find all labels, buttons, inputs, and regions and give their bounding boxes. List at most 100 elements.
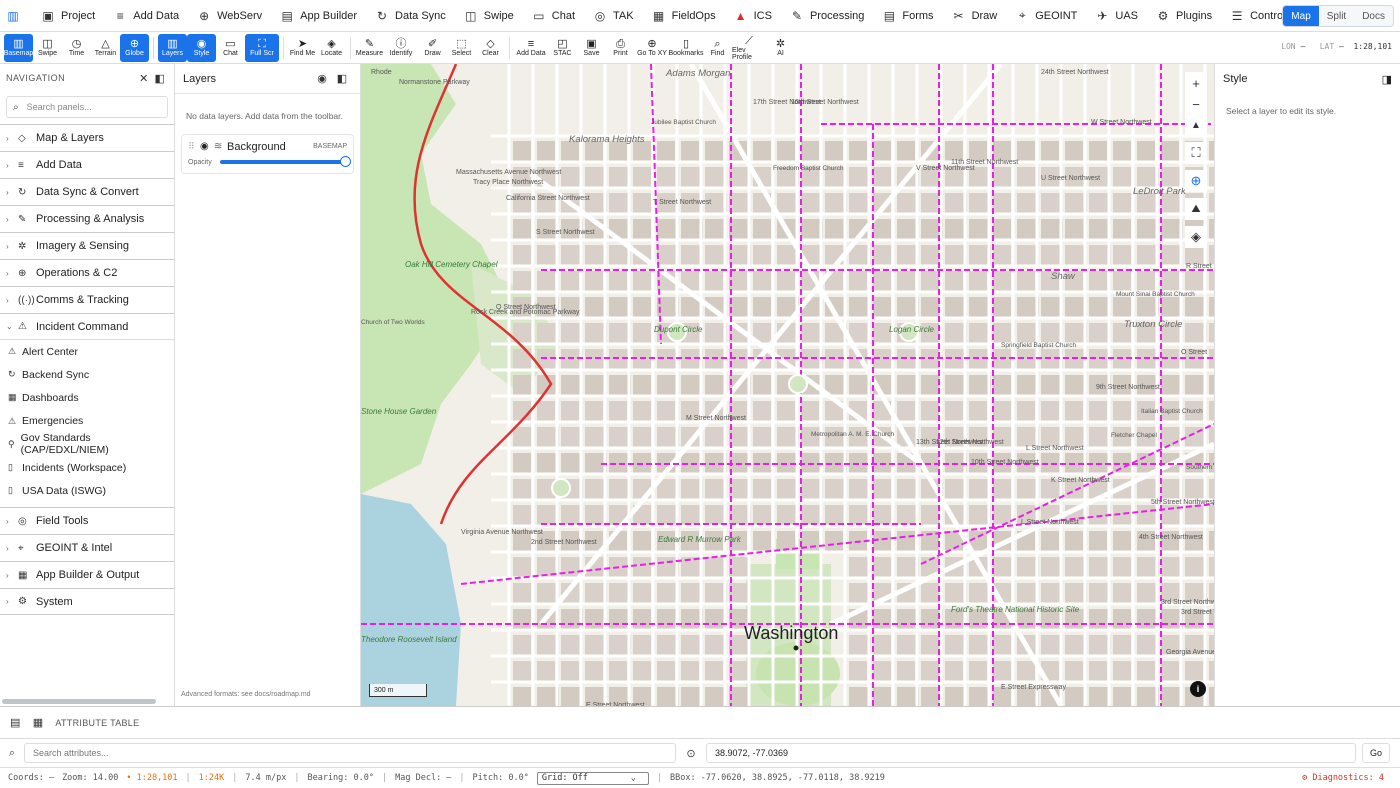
attribution-info-icon[interactable]: i (1190, 681, 1206, 697)
building-block (801, 401, 819, 421)
layers-stack-icon[interactable]: ◈ (1185, 226, 1207, 248)
zoom-out-button[interactable]: − (1185, 93, 1207, 115)
view-split-button[interactable]: Split (1318, 6, 1355, 26)
eye-icon[interactable]: ◉ (312, 72, 332, 85)
opacity-slider[interactable] (219, 156, 351, 167)
nav-section-processing-analysis[interactable]: › ✎ Processing & Analysis (0, 205, 174, 232)
nav-section-operations-c2[interactable]: › ⊕ Operations & C2 (0, 259, 174, 286)
zoom-in-button[interactable]: + (1185, 72, 1207, 94)
tool-basemap-button[interactable]: ▥ Basemap (4, 33, 33, 62)
nav-section-system[interactable]: › ⚙ System (0, 588, 174, 616)
nav-item-emergencies[interactable]: ⚠ Emergencies (0, 410, 174, 433)
tool-clear-button[interactable]: ◇ Clear (476, 34, 505, 62)
tool-chat-button[interactable]: ▭ Chat (216, 34, 245, 62)
diagnostics-button[interactable]: ⚙ Diagnostics: 4 (1302, 773, 1384, 783)
fullscreen-icon[interactable]: ⛶ (1185, 142, 1207, 164)
nav-item-gov-standards-cap-edxl-niem-[interactable]: ⚲ Gov Standards (CAP/EDXL/NIEM) (0, 432, 174, 456)
nav-item-dashboards[interactable]: ▦ Dashboards (0, 386, 174, 409)
tool-select-button[interactable]: ⬚ Select (447, 34, 476, 62)
tool-style-button[interactable]: ◉ Style (187, 33, 216, 62)
menu-item-geoint[interactable]: ⌖ GEOINT (1006, 0, 1086, 32)
tool-identify-button[interactable]: ⓘ Identify (384, 34, 418, 62)
nav-section-geoint-intel[interactable]: › ⌖ GEOINT & Intel (0, 534, 174, 561)
tool-find-me-button[interactable]: ➤ Find Me (288, 34, 317, 62)
collapse-panel-icon[interactable]: ◨ (1382, 73, 1392, 86)
tool-draw-button[interactable]: ✐ Draw (418, 34, 447, 62)
drag-handle-icon[interactable]: ⠿ (188, 141, 200, 152)
nav-section-app-builder-output[interactable]: › ▦ App Builder & Output (0, 561, 174, 588)
grid-select[interactable]: Grid: Off ⌄ (536, 771, 649, 785)
menu-item-data-sync[interactable]: ↻ Data Sync (366, 0, 455, 32)
tool-locate-button[interactable]: ◈ Locate (317, 34, 346, 62)
nav-item-incidents-workspace-[interactable]: ▯ Incidents (Workspace) (0, 456, 174, 479)
nav-section-field-tools[interactable]: › ◎ Field Tools (0, 507, 174, 534)
opacity-slider-knob[interactable] (340, 156, 351, 167)
nav-section-comms-tracking[interactable]: › ((·)) Comms & Tracking (0, 286, 174, 313)
nav-section-add-data[interactable]: › ≡ Add Data (0, 151, 174, 178)
tool-elev-profile-button[interactable]: ⟋ Elev Profile (732, 34, 766, 62)
nav-section-imagery-sensing[interactable]: › ✲ Imagery & Sensing (0, 232, 174, 259)
compass-north-button[interactable]: ▲ (1185, 114, 1207, 136)
tool-find-button[interactable]: ⌕ Find (703, 34, 732, 62)
nav-section-data-sync-convert[interactable]: › ↻ Data Sync & Convert (0, 178, 174, 205)
menu-item-app-builder[interactable]: ▤ App Builder (271, 0, 366, 32)
nav-item-alert-center[interactable]: ⚠ Alert Center (0, 340, 174, 363)
nav-section-map-layers[interactable]: › ◇ Map & Layers (0, 124, 174, 151)
globe-icon[interactable]: ⊕ (1185, 170, 1207, 192)
nav-section-incident-command[interactable]: ⌄ ⚠ Incident Command (0, 313, 174, 340)
tool-full-scr-button[interactable]: ⛶ Full Scr (245, 33, 279, 62)
menu-item-uas[interactable]: ✈ UAS (1086, 0, 1147, 32)
collapse-panel-icon[interactable]: ◧ (332, 72, 352, 85)
menu-item-processing[interactable]: ✎ Processing (781, 0, 873, 32)
menu-item-webserv[interactable]: ⊕ WebServ (188, 0, 271, 32)
tool-swipe-button[interactable]: ◫ Swipe (33, 34, 62, 62)
menu-item-add-data[interactable]: ≡ Add Data (104, 0, 188, 32)
collapse-panel-icon[interactable]: ◧ (152, 72, 168, 85)
nav-item-backend-sync[interactable]: ↻ Backend Sync (0, 363, 174, 386)
building-block (1161, 427, 1182, 447)
tool-globe-button[interactable]: ⊕ Globe (120, 33, 149, 62)
building-block (1089, 427, 1108, 447)
tool-stac-button[interactable]: ◰ STAC (548, 34, 577, 62)
tool-measure-button[interactable]: ✎ Measure (355, 34, 384, 62)
building-block (561, 323, 580, 343)
menu-item-plugins[interactable]: ⚙ Plugins (1147, 0, 1221, 32)
terrain-icon[interactable]: ⛰ (1185, 198, 1207, 220)
menu-item-tak[interactable]: ◎ TAK (584, 0, 643, 32)
tool-go-to-xy-button[interactable]: ⊕ Go To XY (635, 34, 669, 62)
menu-item-forms[interactable]: ▤ Forms (873, 0, 942, 32)
map-label: V Street Northwest (916, 165, 975, 172)
view-map-button[interactable]: Map (1283, 6, 1319, 26)
tool-print-button[interactable]: ⎙ Print (606, 34, 635, 62)
nav-item-usa-data-iswg-[interactable]: ▯ USA Data (ISWG) (0, 479, 174, 502)
panel-toggle-icon[interactable]: ▤ (10, 716, 21, 729)
building-block (609, 193, 629, 213)
map-canvas[interactable]: Adams Morgan Normanstone Parkway Kalorama … (361, 64, 1214, 706)
menu-item-swipe[interactable]: ◫ Swipe (455, 0, 523, 32)
menu-item-chat[interactable]: ▭ Chat (523, 0, 584, 32)
app-logo-icon[interactable]: ▥ (0, 0, 32, 32)
tool-bookmarks-button[interactable]: ▯ Bookmarks (669, 34, 704, 62)
close-icon[interactable]: ✕ (136, 72, 152, 85)
menu-item-project[interactable]: ▣ Project (32, 0, 104, 32)
building-block (801, 193, 820, 213)
panel-search-input[interactable]: ⌕ Search panels... (6, 96, 168, 118)
visibility-eye-icon[interactable]: ◉ (200, 141, 214, 152)
tool-add-data-button[interactable]: ≡ Add Data (514, 34, 548, 62)
attribute-table-header[interactable]: ▤ ▦ ATTRIBUTE TABLE (0, 706, 1400, 739)
coordinate-input[interactable]: 38.9072, -77.0369 (706, 743, 1356, 763)
attribute-search-input[interactable]: Search attributes... (24, 743, 676, 763)
tool-save-button[interactable]: ▣ Save (577, 34, 606, 62)
tool-terrain-button[interactable]: △ Terrain (91, 34, 120, 62)
tool-ai-button[interactable]: ✲ AI (766, 34, 795, 62)
horizontal-scrollbar[interactable] (2, 699, 156, 704)
tool-layers-button[interactable]: ▥ Layers (158, 33, 187, 62)
menu-item-draw[interactable]: ✂ Draw (943, 0, 1007, 32)
tool-time-button[interactable]: ◷ Time (62, 34, 91, 62)
menu-item-fieldops[interactable]: ▦ FieldOps (643, 0, 725, 32)
nav-item-label: Backend Sync (22, 368, 90, 381)
go-button[interactable]: Go (1362, 743, 1390, 763)
menu-item-ics[interactable]: ▲ ICS (725, 0, 781, 32)
view-docs-button[interactable]: Docs (1354, 6, 1393, 26)
basemap-tiles[interactable]: Adams Morgan Normanstone Parkway Kalorama … (361, 64, 1214, 706)
